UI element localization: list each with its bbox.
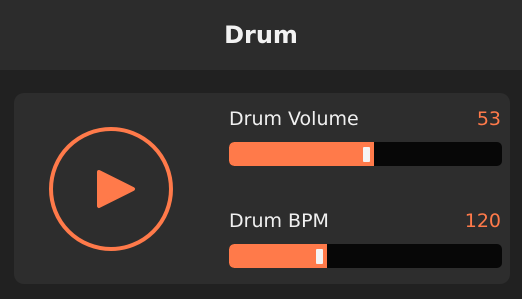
drum-bpm-label: Drum BPM bbox=[229, 210, 329, 232]
app-header: Drum bbox=[0, 0, 522, 70]
drum-bpm-fill bbox=[229, 244, 327, 268]
drum-bpm-value: 120 bbox=[464, 210, 501, 232]
play-button[interactable] bbox=[49, 127, 173, 251]
drum-volume-value: 53 bbox=[476, 108, 501, 130]
play-icon bbox=[49, 127, 173, 251]
drum-volume-slider[interactable] bbox=[229, 142, 502, 166]
drum-bpm-slider[interactable] bbox=[229, 244, 502, 268]
drum-volume-thumb[interactable] bbox=[363, 147, 370, 162]
page-title: Drum bbox=[224, 21, 298, 49]
drum-bpm-thumb[interactable] bbox=[316, 249, 323, 264]
drum-volume-fill bbox=[229, 142, 374, 166]
drum-volume-label: Drum Volume bbox=[229, 108, 359, 130]
